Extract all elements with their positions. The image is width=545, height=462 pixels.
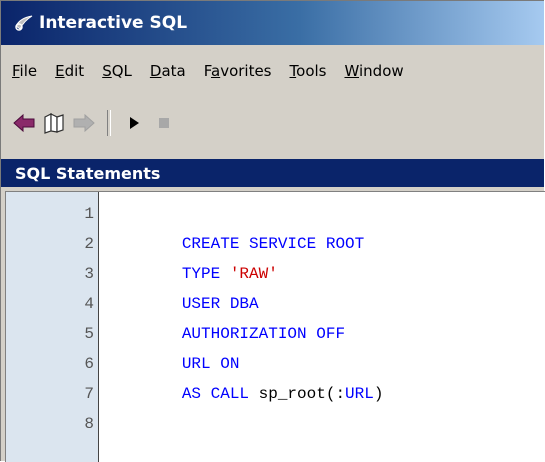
interactive-sql-app-icon	[13, 12, 35, 34]
sql-editor[interactable]: 1 2 3 4 5 6 7 8 CREATE SERVICE ROOT TYPE…	[5, 191, 545, 462]
line-number-gutter: 1 2 3 4 5 6 7 8	[6, 192, 99, 462]
forward-button[interactable]	[69, 109, 99, 137]
panel-title: SQL Statements	[15, 163, 161, 183]
line-number: 2	[84, 235, 94, 253]
menu-window[interactable]: Window	[335, 62, 412, 80]
code-line[interactable]: URL ON	[105, 319, 240, 373]
code-line[interactable]: AUTHORIZATION OFF	[105, 289, 345, 343]
line-number: 5	[84, 325, 94, 343]
line-number: 6	[84, 355, 94, 373]
back-button[interactable]	[9, 109, 39, 137]
menu-edit[interactable]: Edit	[46, 62, 93, 80]
stop-button[interactable]	[149, 109, 179, 137]
open-history-button[interactable]	[39, 109, 69, 137]
line-number: 8	[84, 415, 94, 433]
code-area[interactable]: CREATE SERVICE ROOT TYPE 'RAW' USER DBA …	[99, 192, 545, 462]
title-bar[interactable]: Interactive SQL	[1, 1, 544, 45]
line-number: 1	[84, 205, 94, 223]
menu-sql[interactable]: SQL	[93, 62, 141, 80]
window-title: Interactive SQL	[39, 13, 188, 33]
menu-bar: File Edit SQL Data Favorites Tools Windo…	[1, 56, 544, 86]
toolbar-separator	[107, 110, 111, 136]
line-number: 4	[84, 295, 94, 313]
execute-play-icon	[130, 117, 139, 129]
menu-file[interactable]: File	[1, 62, 46, 80]
sql-statements-header: SQL Statements	[1, 159, 544, 187]
code-line[interactable]: CREATE SERVICE ROOT	[105, 199, 364, 253]
forward-arrow-icon	[73, 113, 95, 133]
line-number: 3	[84, 265, 94, 283]
execute-button[interactable]	[119, 109, 149, 137]
code-line[interactable]: AS CALL sp_root(:URL)	[105, 349, 384, 403]
code-line[interactable]: TYPE 'RAW'	[105, 229, 278, 283]
interactive-sql-window: Interactive SQL File Edit SQL Data Favor…	[0, 0, 545, 462]
line-number: 7	[84, 385, 94, 403]
menu-favorites[interactable]: Favorites	[195, 62, 281, 80]
code-line[interactable]: USER DBA	[105, 259, 259, 313]
stop-icon	[159, 118, 169, 128]
back-arrow-icon	[13, 113, 35, 133]
menu-tools[interactable]: Tools	[281, 62, 336, 80]
toolbar	[1, 107, 544, 139]
open-folder-icon	[44, 113, 64, 134]
menu-data[interactable]: Data	[141, 62, 195, 80]
